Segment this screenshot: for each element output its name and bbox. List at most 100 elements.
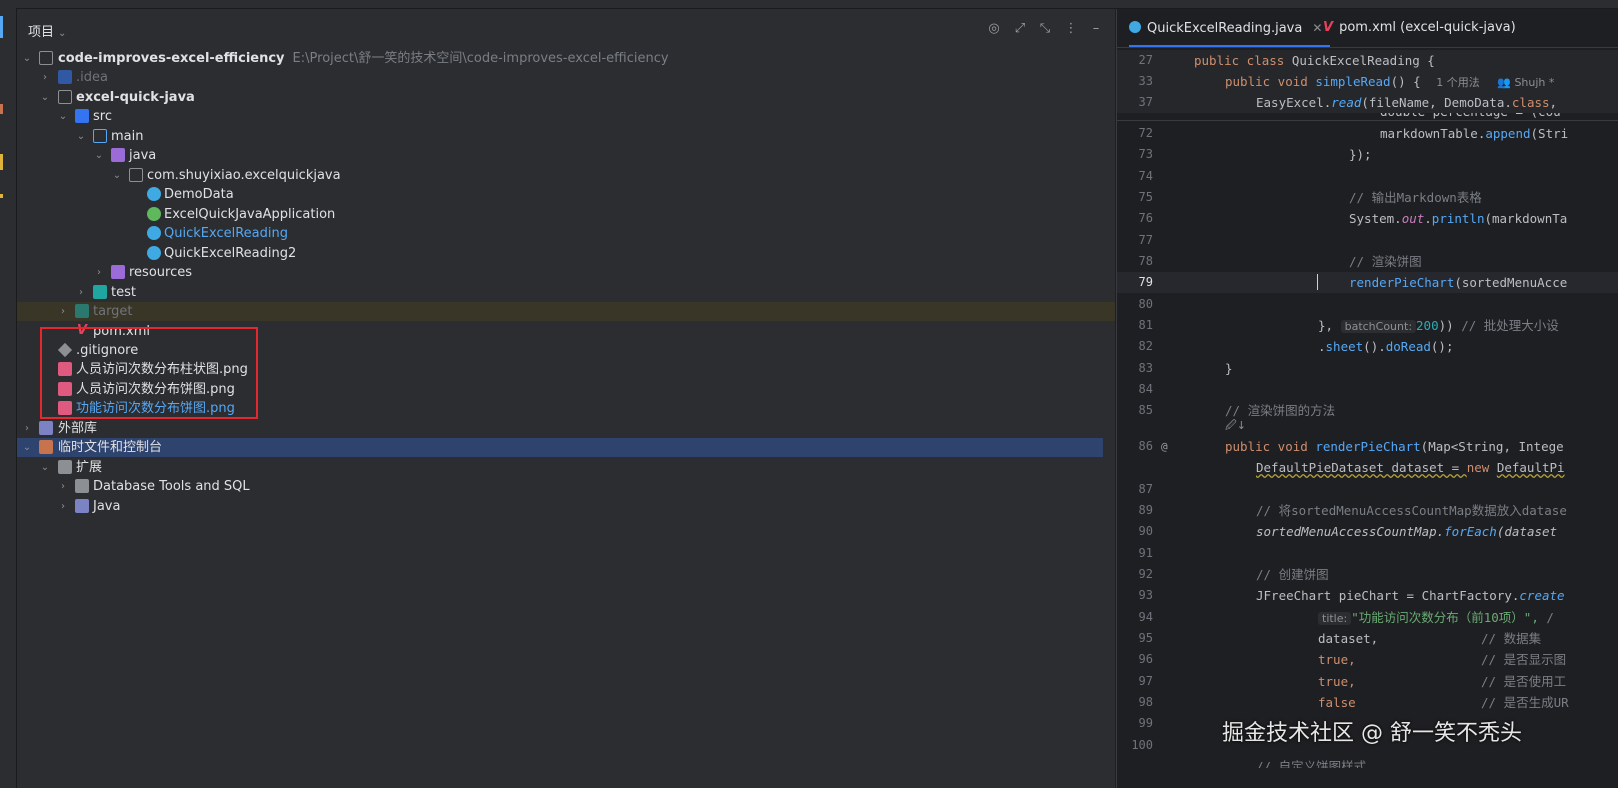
spring-class-icon (147, 207, 161, 221)
tree-row-demodata[interactable]: DemoData (17, 185, 1115, 204)
java-ext-icon (75, 499, 89, 513)
chevron-down-icon[interactable]: ⌄ (93, 146, 105, 165)
tab-pom[interactable]: Vpom.xml (excel-quick-java) (1323, 9, 1516, 47)
tree-row-root[interactable]: ⌄ code-improves-excel-efficiency E:\Proje… (17, 49, 1115, 68)
class-icon (147, 226, 161, 240)
code-line: 80 (1138, 297, 1153, 311)
chevron-right-icon[interactable]: › (93, 263, 105, 282)
folder-icon (58, 70, 72, 84)
tree-row-resources[interactable]: › resources (17, 263, 1115, 282)
class-icon (1129, 21, 1141, 33)
code-line: 75 // 输出Markdown表格 (1138, 190, 1482, 205)
watermark: 掘金技术社区 @ 舒一笑不秃头 (1222, 721, 1522, 746)
excluded-folder-icon (75, 304, 89, 318)
tree-row-gitignore[interactable]: .gitignore (17, 341, 1115, 360)
tree-row-database-tools[interactable]: › Database Tools and SQL (17, 477, 1115, 496)
code-line: 74 (1138, 169, 1153, 183)
bookmark-tool-marker[interactable] (0, 154, 3, 170)
class-icon (147, 246, 161, 260)
tree-row-module[interactable]: ⌄ excel-quick-java (17, 88, 1115, 107)
chevron-down-icon[interactable]: ⌄ (39, 88, 51, 107)
chevron-down-icon[interactable]: ⌄ (57, 107, 69, 126)
current-code-line: 79 renderPieChart(sortedMenuAcce (1117, 272, 1618, 293)
tree-row-quickexcelreading[interactable]: QuickExcelReading (17, 224, 1115, 243)
tree-row-java[interactable]: ⌄ java (17, 146, 1115, 165)
tree-row-target[interactable]: › target (17, 302, 1115, 321)
chevron-right-icon[interactable]: › (39, 68, 51, 87)
tree-row-package[interactable]: ⌄ com.shuyixiao.excelquickjava (17, 166, 1115, 185)
code-line: 93 JFreeChart pieChart = ChartFactory.cr… (1138, 588, 1565, 603)
tree-row-application[interactable]: ExcelQuickJavaApplication (17, 205, 1115, 224)
code-line: 84 (1138, 382, 1153, 396)
collapse-icon[interactable]: ⤡ (1036, 20, 1054, 38)
chevron-right-icon[interactable]: › (57, 497, 69, 516)
window-top-strip (0, 0, 1618, 9)
project-tool-marker[interactable] (0, 16, 3, 38)
code-line: 87 (1138, 482, 1153, 496)
chevron-right-icon[interactable]: › (75, 283, 87, 302)
folder-icon (75, 479, 89, 493)
expand-icon[interactable]: ⤢ (1011, 20, 1029, 38)
tree-row-image-bar[interactable]: 人员访问次数分布柱状图.png (17, 360, 1115, 379)
chevron-right-icon[interactable]: › (57, 302, 69, 321)
code-line: // 自定义饼图样式 (1256, 759, 1367, 768)
tree-row-scratches[interactable]: ⌄ 临时文件和控制台 (17, 438, 1103, 457)
override-gutter-icon[interactable]: @ (1161, 436, 1175, 457)
folder-icon (93, 129, 107, 143)
tree-row-idea[interactable]: › .idea (17, 68, 1115, 87)
tree-row-image-pie[interactable]: 人员访问次数分布饼图.png (17, 380, 1115, 399)
param-hint: title: (1318, 612, 1352, 625)
code-line: 94 title: "功能访问次数分布（前10项）", / (1138, 610, 1554, 625)
code-editor: QuickExcelReading.java ✕ Vpom.xml (excel-… (1116, 9, 1618, 788)
chevron-down-icon[interactable]: ⌄ (75, 127, 87, 146)
project-panel-title[interactable]: 项目 ⌄ (28, 21, 66, 40)
tree-row-java-ext[interactable]: › Java (17, 497, 1115, 516)
tree-row-src[interactable]: ⌄ src (17, 107, 1115, 126)
target-icon[interactable]: ◎ (985, 20, 1003, 38)
chevron-down-icon[interactable]: ⌄ (111, 166, 123, 185)
chevron-down-icon[interactable]: ⌄ (21, 49, 33, 68)
close-icon[interactable]: ✕ (1312, 21, 1322, 35)
code-line: 97 true, // 是否使用工 (1138, 674, 1567, 689)
image-icon (58, 362, 72, 376)
hide-icon[interactable]: – (1087, 20, 1105, 38)
tool-marker[interactable] (0, 194, 3, 198)
code-line: 89 // 将sortedMenuAccessCountMap数据放入datas… (1138, 503, 1567, 518)
tree-row-main[interactable]: ⌄ main (17, 127, 1115, 146)
code-line: 37 EasyExcel.read(fileName, DemoData.cla… (1117, 92, 1618, 113)
source-folder-icon (75, 109, 89, 123)
code-line: 77 (1138, 233, 1153, 247)
code-line: 33 public void simpleRead() { 1 个用法 👥 Sh… (1117, 71, 1618, 92)
left-tool-strip (0, 8, 17, 788)
package-icon (129, 168, 143, 182)
module-folder-icon (58, 90, 72, 104)
scratches-icon (39, 440, 53, 454)
code-line: 78 // 渲染饼图 (1138, 254, 1422, 269)
code-line: 82 .sheet().doRead(); (1138, 339, 1454, 354)
chevron-down-icon[interactable]: ⌄ (39, 458, 51, 477)
code-line: 98 false // 是否生成UR (1138, 695, 1569, 710)
text-caret (1317, 274, 1318, 290)
chevron-right-icon[interactable]: › (57, 477, 69, 496)
code-line: 86 @ public void renderPieChart(Map<Stri… (1117, 436, 1618, 457)
tree-row-image-func-pie[interactable]: 功能访问次数分布饼图.png (17, 399, 1115, 418)
author-hint[interactable]: 👥 Shujh * (1497, 76, 1554, 89)
code-line: 96 true, // 是否显示图 (1138, 652, 1567, 667)
code-vision-hint[interactable]: 🖉↓ (1117, 418, 1618, 434)
usage-hint[interactable]: 1 个用法 (1436, 76, 1480, 89)
tree-row-quickexcelreading2[interactable]: QuickExcelReading2 (17, 244, 1115, 263)
code-line: DefaultPieDataset dataset = new DefaultP… (1256, 460, 1565, 475)
user-icon: 👥 (1497, 76, 1511, 89)
tab-quickexcelreading[interactable]: QuickExcelReading.java ✕ (1129, 9, 1331, 47)
folder-icon (58, 460, 72, 474)
code-line: 73 }); (1138, 147, 1372, 162)
tool-marker[interactable] (0, 104, 3, 114)
chevron-right-icon[interactable]: › (21, 419, 33, 438)
tree-row-external-libs[interactable]: › 外部库 (17, 419, 1115, 438)
resources-folder-icon (111, 265, 125, 279)
tree-row-extensions[interactable]: ⌄ 扩展 (17, 458, 1115, 477)
chevron-down-icon[interactable]: ⌄ (21, 438, 33, 457)
tree-row-test[interactable]: › test (17, 283, 1115, 302)
tree-row-pom[interactable]: V pom.xml (17, 322, 1115, 341)
more-icon[interactable]: ⋮ (1062, 20, 1080, 38)
